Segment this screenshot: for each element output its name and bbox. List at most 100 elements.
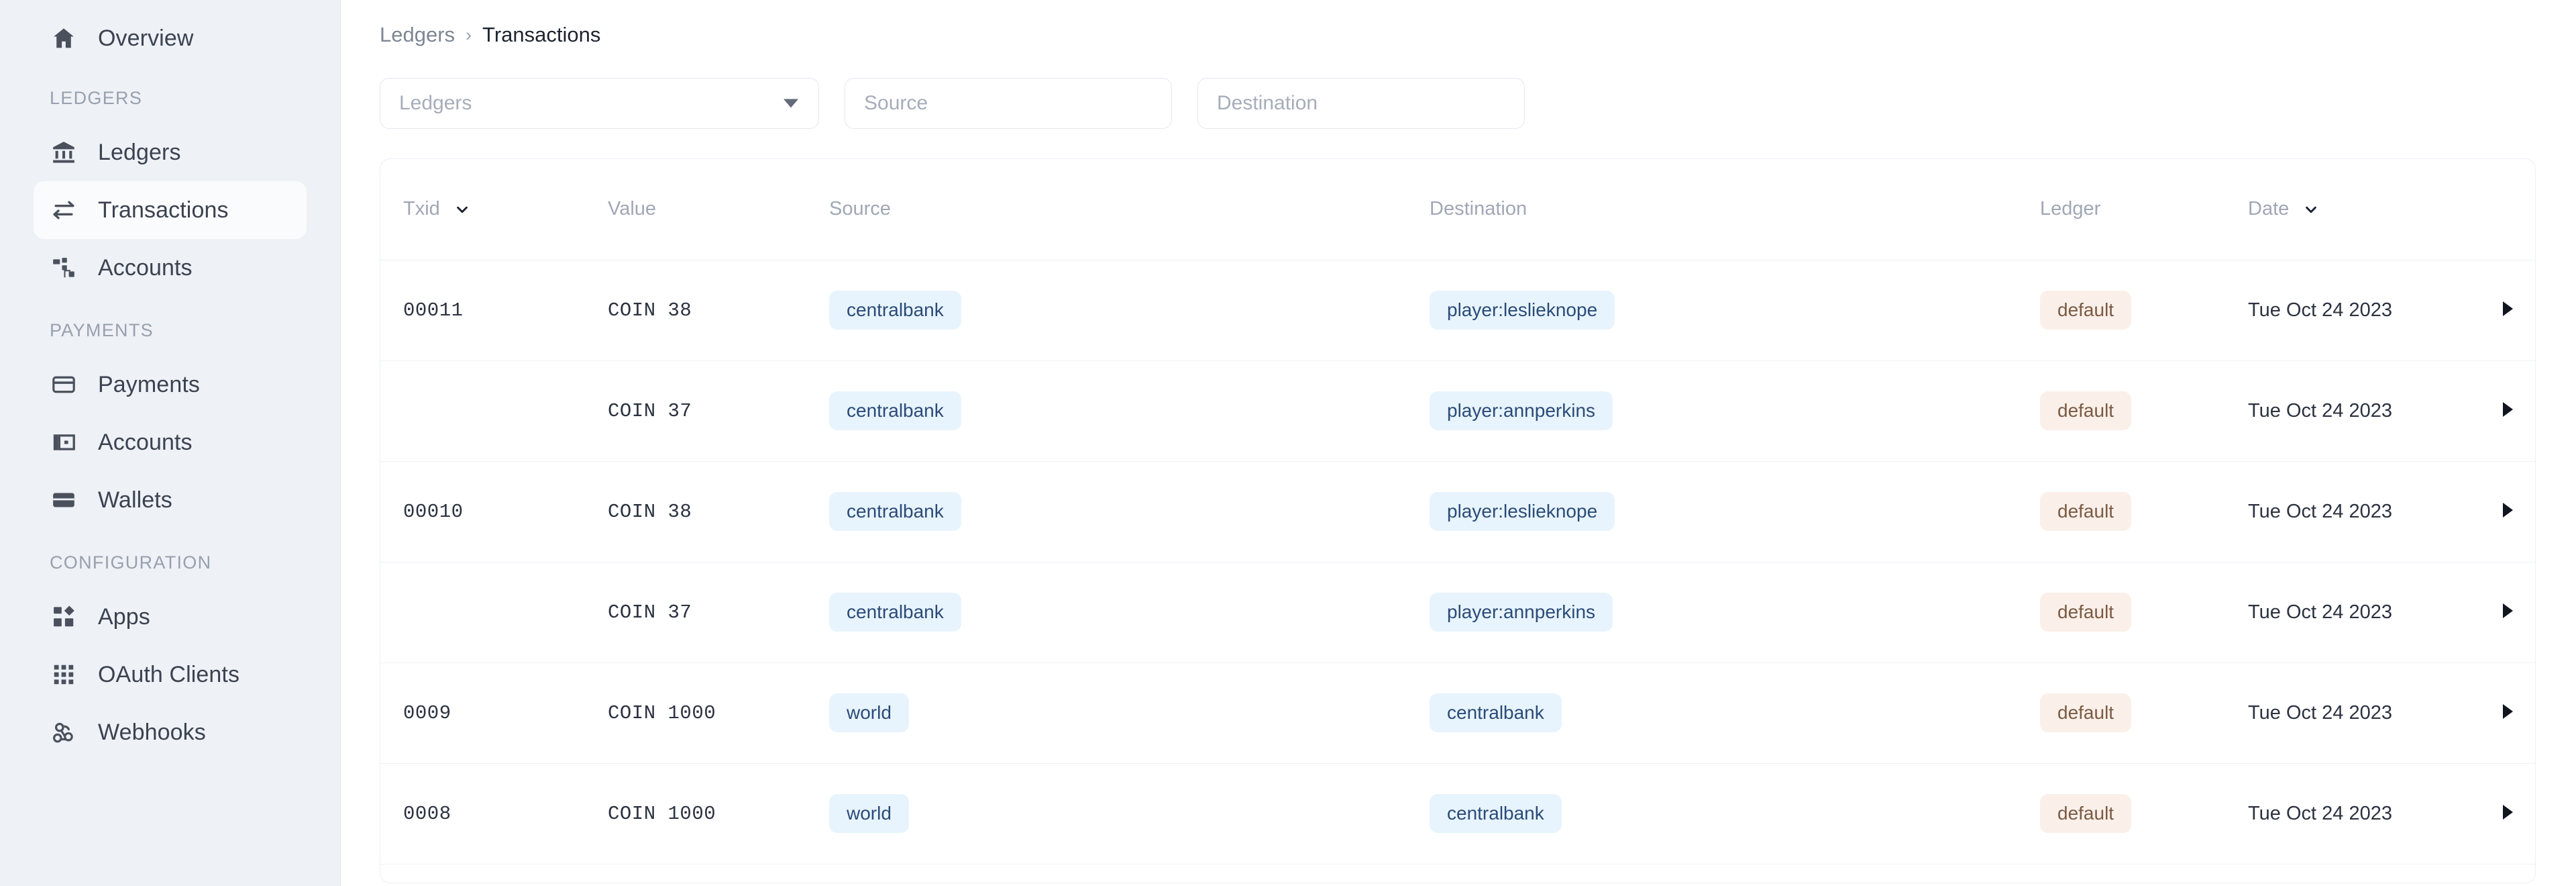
sidebar: Overview LEDGERS Ledgers Transactions Ac… [0,0,341,886]
credit-card-icon [50,371,78,399]
cell-value: COIN 38 [585,260,806,361]
sidebar-item-payments[interactable]: Payments [34,356,307,413]
sidebar-item-label: Wallets [98,487,172,513]
destination-chip[interactable]: player:leslieknope [1430,492,1615,531]
destination-chip[interactable]: centralbank [1430,794,1562,833]
apps-icon [50,603,78,631]
source-chip[interactable]: centralbank [829,593,961,632]
cell-source: centralbank [806,260,1407,361]
table-header-row: Txid Value Source Destination Ledger Dat… [380,159,2535,260]
column-header-label: Ledger [2040,198,2101,220]
cell-value: COIN 1000 [585,763,806,865]
table-body: 00011 COIN 38 centralbank player:leslieknop… [380,260,2535,865]
sidebar-item-ledgers[interactable]: Ledgers [34,124,307,181]
source-filter-placeholder: Source [864,92,928,114]
cell-value: COIN 1000 [585,662,806,764]
chevron-down-icon[interactable] [2304,202,2318,217]
expand-row-icon[interactable] [2503,603,2513,618]
ledger-chip[interactable]: default [2040,291,2132,330]
cell-txid: 0009 [380,662,585,764]
cell-date: Tue Oct 24 2023 [2225,260,2480,361]
source-filter-input[interactable]: Source [845,78,1172,129]
column-header-value[interactable]: Value [585,159,806,260]
transactions-table: Txid Value Source Destination Ledger Dat… [380,159,2535,865]
ledger-chip[interactable]: default [2040,794,2132,833]
cell-expand [2480,562,2535,663]
cell-destination: player:leslieknope [1407,461,2017,562]
source-chip[interactable]: world [829,794,909,833]
column-header-source[interactable]: Source [806,159,1407,260]
sidebar-item-apps[interactable]: Apps [34,588,307,646]
cell-ledger: default [2017,763,2225,865]
cell-value: COIN 38 [585,461,806,562]
sidebar-item-ledger-accounts[interactable]: Accounts [34,239,307,297]
table-row[interactable]: 0009 COIN 1000 world centralbank default Tue … [380,662,2535,764]
destination-filter-input[interactable]: Destination [1197,78,1525,129]
transactions-table-card: Txid Value Source Destination Ledger Dat… [380,158,2536,883]
column-header-ledger[interactable]: Ledger [2017,159,2225,260]
cell-txid: 00011 [380,260,585,361]
expand-row-icon[interactable] [2503,301,2513,316]
cell-source: world [806,763,1407,865]
sidebar-item-oauth-clients[interactable]: OAuth Clients [34,646,307,703]
chevron-down-icon[interactable] [455,202,470,217]
cell-ledger: default [2017,260,2225,361]
wallet-icon [50,486,78,514]
column-header-label: Value [608,198,657,220]
sidebar-item-label: Apps [98,604,150,630]
cell-expand [2480,260,2535,361]
table-row[interactable]: COIN 37 centralbank player:annperkins defau… [380,360,2535,462]
table-row[interactable]: COIN 37 centralbank player:annperkins defau… [380,562,2535,663]
ledgers-filter-select[interactable]: Ledgers [380,78,819,129]
sidebar-item-payment-accounts[interactable]: Accounts [34,413,307,471]
sidebar-item-label: Webhooks [98,720,206,745]
cell-destination: player:annperkins [1407,360,2017,462]
source-chip[interactable]: centralbank [829,391,961,430]
destination-chip[interactable]: player:annperkins [1430,391,1613,430]
destination-chip[interactable]: player:annperkins [1430,593,1613,632]
sidebar-item-transactions[interactable]: Transactions [34,181,307,239]
cell-expand [2480,662,2535,764]
column-header-destination[interactable]: Destination [1407,159,2017,260]
expand-row-icon[interactable] [2503,502,2513,518]
column-header-label: Date [2248,198,2290,220]
breadcrumb-link-ledgers[interactable]: Ledgers [380,23,455,47]
column-header-expand [2480,159,2535,260]
table-row[interactable]: 00010 COIN 38 centralbank player:leslieknop… [380,461,2535,562]
column-header-date[interactable]: Date [2225,159,2480,260]
ledger-chip[interactable]: default [2040,492,2132,531]
app-root: Overview LEDGERS Ledgers Transactions Ac… [0,0,2576,886]
expand-row-icon[interactable] [2503,703,2513,719]
sidebar-item-webhooks[interactable]: Webhooks [34,703,307,761]
source-chip[interactable]: world [829,693,909,732]
cell-txid: 00010 [380,461,585,562]
ledger-chip[interactable]: default [2040,593,2132,632]
sidebar-item-label: Payments [98,372,200,397]
destination-chip[interactable]: centralbank [1430,693,1562,732]
column-header-label: Destination [1430,198,1527,220]
ledger-chip[interactable]: default [2040,391,2132,430]
cell-expand [2480,461,2535,562]
sidebar-item-overview[interactable]: Overview [34,9,307,67]
cell-value: COIN 37 [585,562,806,663]
cell-destination: player:leslieknope [1407,260,2017,361]
expand-row-icon[interactable] [2503,401,2513,417]
sidebar-item-label: Ledgers [98,140,181,165]
wallet-card-icon [50,428,78,456]
sidebar-item-wallets[interactable]: Wallets [34,471,307,529]
cell-expand [2480,360,2535,462]
sidebar-section-configuration: CONFIGURATION [50,552,212,573]
sidebar-item-label: Accounts [98,255,193,281]
column-header-label: Source [829,198,891,220]
column-header-label: Txid [403,198,440,220]
source-chip[interactable]: centralbank [829,291,961,330]
ledger-chip[interactable]: default [2040,693,2132,732]
source-chip[interactable]: centralbank [829,492,961,531]
destination-chip[interactable]: player:leslieknope [1430,291,1615,330]
column-header-txid[interactable]: Txid [380,159,585,260]
table-row[interactable]: 0008 COIN 1000 world centralbank default Tue … [380,763,2535,865]
table-row[interactable]: 00011 COIN 38 centralbank player:leslieknop… [380,260,2535,361]
expand-row-icon[interactable] [2503,804,2513,820]
sidebar-item-label: OAuth Clients [98,662,240,687]
org-chart-icon [50,254,78,282]
